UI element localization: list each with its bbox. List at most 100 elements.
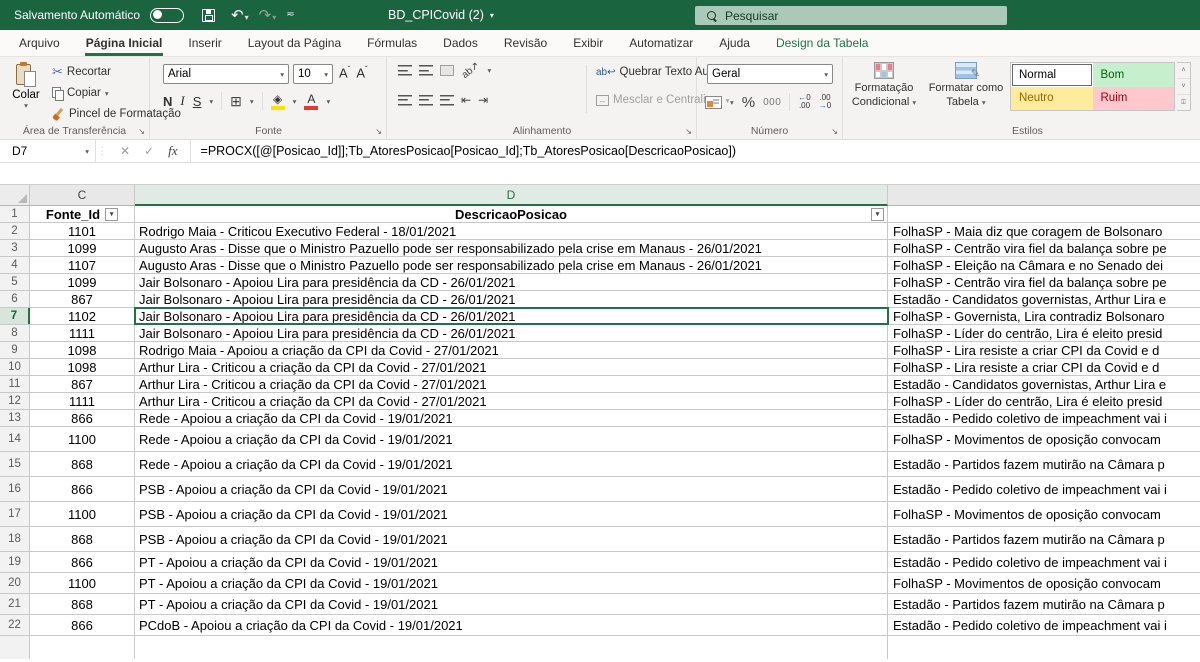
italic-button[interactable]: I xyxy=(180,93,184,109)
cell-D2[interactable]: Rodrigo Maia - Criticou Executivo Federa… xyxy=(135,223,888,239)
cell-style-ruim[interactable]: Ruim xyxy=(1093,87,1175,111)
cell-E19[interactable]: Estadão - Pedido coletivo de impeachment… xyxy=(888,552,1200,572)
row-header-23[interactable] xyxy=(0,636,30,659)
accounting-format-button[interactable] xyxy=(705,96,722,109)
cell-E9[interactable]: FolhaSP - Lira resiste a criar CPI da Co… xyxy=(888,342,1200,358)
save-icon[interactable] xyxy=(202,9,215,22)
cell-D8[interactable]: Jair Bolsonaro - Apoiou Lira para presid… xyxy=(135,325,888,341)
cell-C18[interactable]: 868 xyxy=(30,527,135,551)
conditional-formatting-button[interactable]: Formatação Condicional ▾ xyxy=(844,62,924,110)
font-color-button[interactable]: A xyxy=(304,93,318,110)
format-as-table-button[interactable]: Formatar como Tabela ▾ xyxy=(926,62,1006,110)
header-cell-descricao-posicao[interactable]: DescricaoPosicao ▾ xyxy=(135,206,888,222)
cell-D15[interactable]: Rede - Apoiou a criação da CPI da Covid … xyxy=(135,452,888,476)
cell-E11[interactable]: Estadão - Candidatos governistas, Arthur… xyxy=(888,376,1200,392)
formula-bar-handle[interactable]: ⋮ xyxy=(96,140,108,162)
ribbon-tab-design-da-tabela[interactable]: Design da Tabela xyxy=(763,30,882,56)
header-cell-fonte-id[interactable]: Fonte_Id ▾ xyxy=(30,206,135,222)
row-header-15[interactable]: 15 xyxy=(0,452,30,476)
cut-button[interactable]: ✂ Recortar xyxy=(52,64,111,80)
name-box[interactable]: D7 ▾ xyxy=(0,140,96,162)
row-header-17[interactable]: 17 xyxy=(0,502,30,526)
cell-style-normal[interactable]: Normal xyxy=(1011,63,1093,87)
cell-D18[interactable]: PSB - Apoiou a criação da CPI da Covid -… xyxy=(135,527,888,551)
row-header-10[interactable]: 10 xyxy=(0,359,30,375)
bold-button[interactable]: N xyxy=(163,94,172,109)
align-center-button[interactable] xyxy=(419,95,433,106)
cell-C22[interactable]: 866 xyxy=(30,615,135,635)
row-header-19[interactable]: 19 xyxy=(0,552,30,572)
row-header-6[interactable]: 6 xyxy=(0,291,30,307)
gallery-scroll-up-icon[interactable]: ˄ xyxy=(1177,63,1190,79)
ribbon-tab-dados[interactable]: Dados xyxy=(430,30,491,56)
cell-D17[interactable]: PSB - Apoiou a criação da CPI da Covid -… xyxy=(135,502,888,526)
underline-button[interactable]: S xyxy=(193,94,202,109)
paste-button[interactable]: Colar ▾ xyxy=(8,63,44,110)
dialog-launcher-icon[interactable]: ↘ xyxy=(375,127,382,136)
cell-E20[interactable]: FolhaSP - Movimentos de oposição convoca… xyxy=(888,573,1200,593)
ribbon-tab-revisão[interactable]: Revisão xyxy=(491,30,560,56)
increase-decimal-button[interactable]: ←0.00 xyxy=(798,94,810,110)
confirm-entry-icon[interactable]: ✓ xyxy=(144,144,154,158)
cell-E14[interactable]: FolhaSP - Movimentos de oposição convoca… xyxy=(888,427,1200,451)
undo-icon[interactable]: ↶▾ xyxy=(231,8,249,23)
cell-D13[interactable]: Rede - Apoiou a criação da CPI da Covid … xyxy=(135,410,888,426)
cell-C16[interactable]: 866 xyxy=(30,477,135,501)
decrease-font-size-button[interactable]: Aˇ xyxy=(356,65,367,80)
cell-D9[interactable]: Rodrigo Maia - Apoiou a criação da CPI d… xyxy=(135,342,888,358)
cell-E3[interactable]: FolhaSP - Centrão vira fiel da balança s… xyxy=(888,240,1200,256)
row-header-16[interactable]: 16 xyxy=(0,477,30,501)
cell-C12[interactable]: 1111 xyxy=(30,393,135,409)
cell-C14[interactable]: 1100 xyxy=(30,427,135,451)
formula-input[interactable]: =PROCX([@[Posicao_Id]];Tb_AtoresPosicao[… xyxy=(191,140,1200,162)
cell-D12[interactable]: Arthur Lira - Criticou a criação da CPI … xyxy=(135,393,888,409)
cell-E8[interactable]: FolhaSP - Líder do centrão, Lira é eleit… xyxy=(888,325,1200,341)
align-top-button[interactable] xyxy=(398,65,412,76)
borders-button[interactable]: ⊞ xyxy=(230,93,242,110)
row-header-14[interactable]: 14 xyxy=(0,427,30,451)
cell-style-bom[interactable]: Bom xyxy=(1093,63,1175,87)
cell-D21[interactable]: PT - Apoiou a criação da CPI da Covid - … xyxy=(135,594,888,614)
insert-function-icon[interactable]: fx xyxy=(168,143,177,159)
row-header-12[interactable]: 12 xyxy=(0,393,30,409)
cell-D16[interactable]: PSB - Apoiou a criação da CPI da Covid -… xyxy=(135,477,888,501)
ribbon-tab-página-inicial[interactable]: Página Inicial xyxy=(73,30,176,56)
redo-icon[interactable]: ↷▾ xyxy=(259,8,277,23)
cell-E18[interactable]: Estadão - Partidos fazem mutirão na Câma… xyxy=(888,527,1200,551)
row-header-9[interactable]: 9 xyxy=(0,342,30,358)
cell-E10[interactable]: FolhaSP - Lira resiste a criar CPI da Co… xyxy=(888,359,1200,375)
document-title[interactable]: BD_CPICovid (2) ▾ xyxy=(388,0,494,30)
ribbon-tab-exibir[interactable]: Exibir xyxy=(560,30,616,56)
cell-D6[interactable]: Jair Bolsonaro - Apoiou Lira para presid… xyxy=(135,291,888,307)
cell-C23[interactable] xyxy=(30,636,135,659)
row-header-21[interactable]: 21 xyxy=(0,594,30,614)
cell-E12[interactable]: FolhaSP - Líder do centrão, Lira é eleit… xyxy=(888,393,1200,409)
copy-button[interactable]: Copiar ▾ xyxy=(52,87,109,100)
decrease-indent-button[interactable]: ⇤ xyxy=(461,93,471,107)
cell-C3[interactable]: 1099 xyxy=(30,240,135,256)
cell-C13[interactable]: 866 xyxy=(30,410,135,426)
cell-C21[interactable]: 868 xyxy=(30,594,135,614)
fill-color-button[interactable]: ◈ xyxy=(271,93,285,110)
cell-D22[interactable]: PCdoB - Apoiou a criação da CPI da Covid… xyxy=(135,615,888,635)
align-bottom-button[interactable] xyxy=(440,65,454,76)
align-middle-button[interactable] xyxy=(419,65,433,76)
increase-indent-button[interactable]: ⇥ xyxy=(478,93,488,107)
row-header-8[interactable]: 8 xyxy=(0,325,30,341)
comma-style-button[interactable]: 000 xyxy=(763,97,781,108)
cell-E15[interactable]: Estadão - Partidos fazem mutirão na Câma… xyxy=(888,452,1200,476)
cell-E4[interactable]: FolhaSP - Eleição na Câmara e no Senado … xyxy=(888,257,1200,273)
cell-C2[interactable]: 1101 xyxy=(30,223,135,239)
cell-D19[interactable]: PT - Apoiou a criação da CPI da Covid - … xyxy=(135,552,888,572)
header-cell-e[interactable] xyxy=(888,206,1200,222)
cell-C11[interactable]: 867 xyxy=(30,376,135,392)
cell-D20[interactable]: PT - Apoiou a criação da CPI da Covid - … xyxy=(135,573,888,593)
cell-D3[interactable]: Augusto Aras - Disse que o Ministro Pazu… xyxy=(135,240,888,256)
cell-D5[interactable]: Jair Bolsonaro - Apoiou Lira para presid… xyxy=(135,274,888,290)
row-header-3[interactable]: 3 xyxy=(0,240,30,256)
cell-E7[interactable]: FolhaSP - Governista, Lira contradiz Bol… xyxy=(888,308,1200,324)
percent-style-button[interactable]: % xyxy=(742,94,755,111)
quick-access-chevron-icon[interactable]: ≂ xyxy=(286,10,294,20)
cell-C7[interactable]: 1102 xyxy=(30,308,135,324)
row-header-13[interactable]: 13 xyxy=(0,410,30,426)
